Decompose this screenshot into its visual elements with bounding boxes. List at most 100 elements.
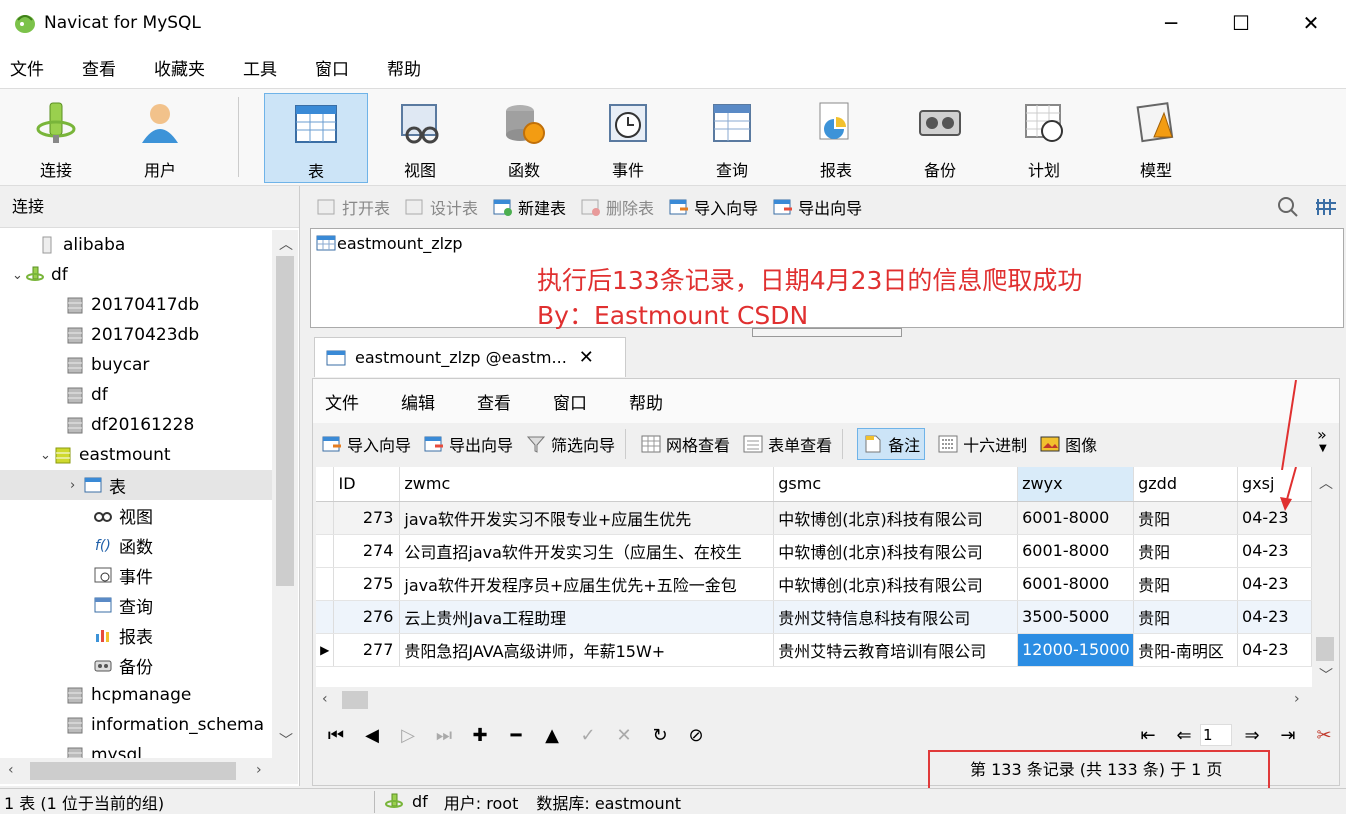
scroll-left-icon[interactable]: ‹ — [322, 691, 328, 707]
tree-item-information-schema[interactable]: information_schema — [66, 710, 264, 740]
table-row[interactable]: 276 云上贵州Java工程助理 贵州艾特信息科技有限公司 3500-5000 … — [316, 600, 1312, 634]
minimize-button[interactable]: ─ — [1136, 0, 1206, 46]
menu-favorites[interactable]: 收藏夹 — [154, 55, 205, 80]
chevron-right-icon[interactable]: › — [70, 478, 84, 493]
object-list[interactable]: eastmount_zlzp 执行后133条记录，日期4月23日的信息爬取成功 … — [310, 228, 1344, 330]
column-header-gsmc[interactable]: gsmc — [773, 467, 1019, 502]
toolbar-connect-button[interactable]: 连接 — [4, 93, 108, 183]
cell-zwmc[interactable]: 贵阳急招JAVA高级讲师，年薪15W+ — [399, 633, 775, 667]
object-item-eastmount-zlzp[interactable]: eastmount_zlzp — [315, 233, 463, 253]
settings-tools-icon[interactable]: ✂ — [1314, 725, 1334, 746]
row-marker[interactable] — [316, 534, 335, 568]
tree-item-reports[interactable]: 报表 — [94, 620, 153, 650]
grid-vertical-scrollbar[interactable]: ︿ ﹀ — [1312, 467, 1338, 687]
editor-filter-button[interactable]: 筛选向导 — [525, 432, 615, 456]
tree-item-tables[interactable]: › 表 — [0, 470, 272, 500]
scroll-up-icon[interactable]: ︿ — [1319, 473, 1333, 493]
cell-id[interactable]: 275 — [333, 567, 401, 601]
tree-item-df[interactable]: df — [66, 380, 108, 410]
toolbar-backup-button[interactable]: 备份 — [888, 93, 992, 183]
scroll-down-icon[interactable]: ﹀ — [279, 730, 293, 750]
first-page-icon[interactable]: ⇤ — [1138, 725, 1158, 746]
tab-close-icon[interactable]: ✕ — [579, 347, 594, 368]
toolbar-schedule-button[interactable]: 计划 — [992, 93, 1096, 183]
image-button[interactable]: 图像 — [1039, 432, 1097, 456]
tree-item-buycar[interactable]: buycar — [66, 350, 149, 380]
tree-item-functions[interactable]: f() 函数 — [94, 530, 153, 560]
cell-zwmc[interactable]: java软件开发程序员+应届生优先+五险一金包 — [399, 567, 775, 601]
close-window-button[interactable]: ✕ — [1276, 0, 1346, 46]
cell-id[interactable]: 274 — [333, 534, 401, 568]
grid-horizontal-scrollbar[interactable]: ‹ › — [316, 688, 1312, 712]
toolbar-model-button[interactable]: 模型 — [1104, 93, 1208, 183]
editor-import-button[interactable]: 导入向导 — [321, 432, 411, 456]
tree-item-alibaba[interactable]: alibaba — [38, 230, 125, 260]
prev-page-icon[interactable]: ⇐ — [1174, 725, 1194, 746]
tree-item-20170423db[interactable]: 20170423db — [66, 320, 199, 350]
connection-tree[interactable]: alibaba ⌄ df 20170417db 20170423db buyca… — [0, 230, 272, 758]
cell-id[interactable]: 276 — [333, 600, 401, 634]
editor-menu-help[interactable]: 帮助 — [629, 389, 663, 414]
editor-menu-view[interactable]: 查看 — [477, 389, 511, 414]
cell-gsmc[interactable]: 中软博创(北京)科技有限公司 — [773, 534, 1019, 568]
menu-tools[interactable]: 工具 — [243, 55, 277, 80]
cell-zwmc[interactable]: 云上贵州Java工程助理 — [399, 600, 775, 634]
cell-zwyx[interactable]: 6001-8000 — [1017, 567, 1135, 601]
cell-zwyx-selected[interactable]: 12000-15000 — [1017, 633, 1135, 667]
toolbar-view-button[interactable]: 视图 — [368, 93, 472, 183]
next-page-icon[interactable]: ⇒ — [1242, 725, 1262, 746]
table-row[interactable]: 274 公司直招java软件开发实习生（应届生、在校生 中软博创(北京)科技有限… — [316, 534, 1312, 568]
editor-export-button[interactable]: 导出向导 — [423, 432, 513, 456]
cell-gxsj[interactable]: 04-23 — [1237, 633, 1312, 667]
row-marker[interactable] — [316, 501, 335, 535]
panel-splitter[interactable] — [752, 328, 902, 337]
chevron-down-icon[interactable]: ▼ — [1319, 443, 1327, 454]
delete-record-icon[interactable]: ━ — [506, 725, 526, 746]
export-wizard-button[interactable]: 导出向导 — [772, 195, 862, 219]
column-header-zwyx[interactable]: zwyx — [1017, 467, 1135, 502]
cell-gzdd[interactable]: 贵阳 — [1133, 501, 1239, 535]
current-row-pointer-icon[interactable]: ▶ — [316, 633, 335, 667]
cell-zwyx[interactable]: 3500-5000 — [1017, 600, 1135, 634]
refresh-icon[interactable]: ↻ — [650, 725, 670, 746]
cell-gxsj[interactable]: 04-23 — [1237, 567, 1312, 601]
last-page-icon[interactable]: ⇥ — [1278, 725, 1298, 746]
delete-table-button[interactable]: 删除表 — [580, 195, 654, 219]
toolbar-table-button[interactable]: 表 — [264, 93, 368, 183]
tab-eastmount-zlzp[interactable]: eastmount_zlzp @eastm... ✕ — [314, 337, 626, 377]
toolbar-user-button[interactable]: 用户 — [108, 93, 212, 183]
open-table-button[interactable]: 打开表 — [316, 195, 390, 219]
cell-gsmc[interactable]: 中软博创(北京)科技有限公司 — [773, 567, 1019, 601]
tree-item-df20161228[interactable]: df20161228 — [66, 410, 194, 440]
cell-zwyx[interactable]: 6001-8000 — [1017, 501, 1135, 535]
row-marker[interactable] — [316, 567, 335, 601]
column-header-id[interactable]: ID — [333, 467, 401, 502]
toolbar-query-button[interactable]: 查询 — [680, 93, 784, 183]
prev-record-icon[interactable]: ◀ — [362, 725, 382, 746]
scrollbar-thumb[interactable] — [342, 691, 368, 709]
editor-menu-edit[interactable]: 编辑 — [401, 389, 435, 414]
menu-window[interactable]: 窗口 — [315, 55, 349, 80]
scroll-left-icon[interactable]: ‹ — [8, 762, 14, 778]
tree-horizontal-scrollbar[interactable]: ‹ › — [0, 758, 298, 784]
cell-gzdd[interactable]: 贵阳 — [1133, 600, 1239, 634]
menu-view[interactable]: 查看 — [82, 55, 116, 80]
cell-gsmc[interactable]: 中软博创(北京)科技有限公司 — [773, 501, 1019, 535]
column-header-zwmc[interactable]: zwmc — [399, 467, 775, 502]
apply-changes-icon[interactable]: ▲ — [542, 725, 562, 746]
scroll-down-icon[interactable]: ﹀ — [1319, 665, 1333, 685]
tree-item-hcpmanage[interactable]: hcpmanage — [66, 680, 191, 710]
next-record-icon[interactable]: ▷ — [398, 725, 418, 746]
confirm-icon[interactable]: ✓ — [578, 725, 598, 746]
cell-zwmc[interactable]: java软件开发实习不限专业+应届生优先 — [399, 501, 775, 535]
chevron-down-icon[interactable]: ⌄ — [12, 268, 26, 283]
row-marker[interactable] — [316, 600, 335, 634]
scroll-up-icon[interactable]: ︿ — [279, 234, 293, 254]
toolbar-event-button[interactable]: 事件 — [576, 93, 680, 183]
scroll-right-icon[interactable]: › — [1294, 691, 1300, 707]
stop-icon[interactable]: ⊘ — [686, 725, 706, 746]
cell-zwmc[interactable]: 公司直招java软件开发实习生（应届生、在校生 — [399, 534, 775, 568]
page-number-input[interactable]: 1 — [1200, 724, 1232, 746]
cell-zwyx[interactable]: 6001-8000 — [1017, 534, 1135, 568]
search-icon[interactable] — [1276, 195, 1300, 219]
